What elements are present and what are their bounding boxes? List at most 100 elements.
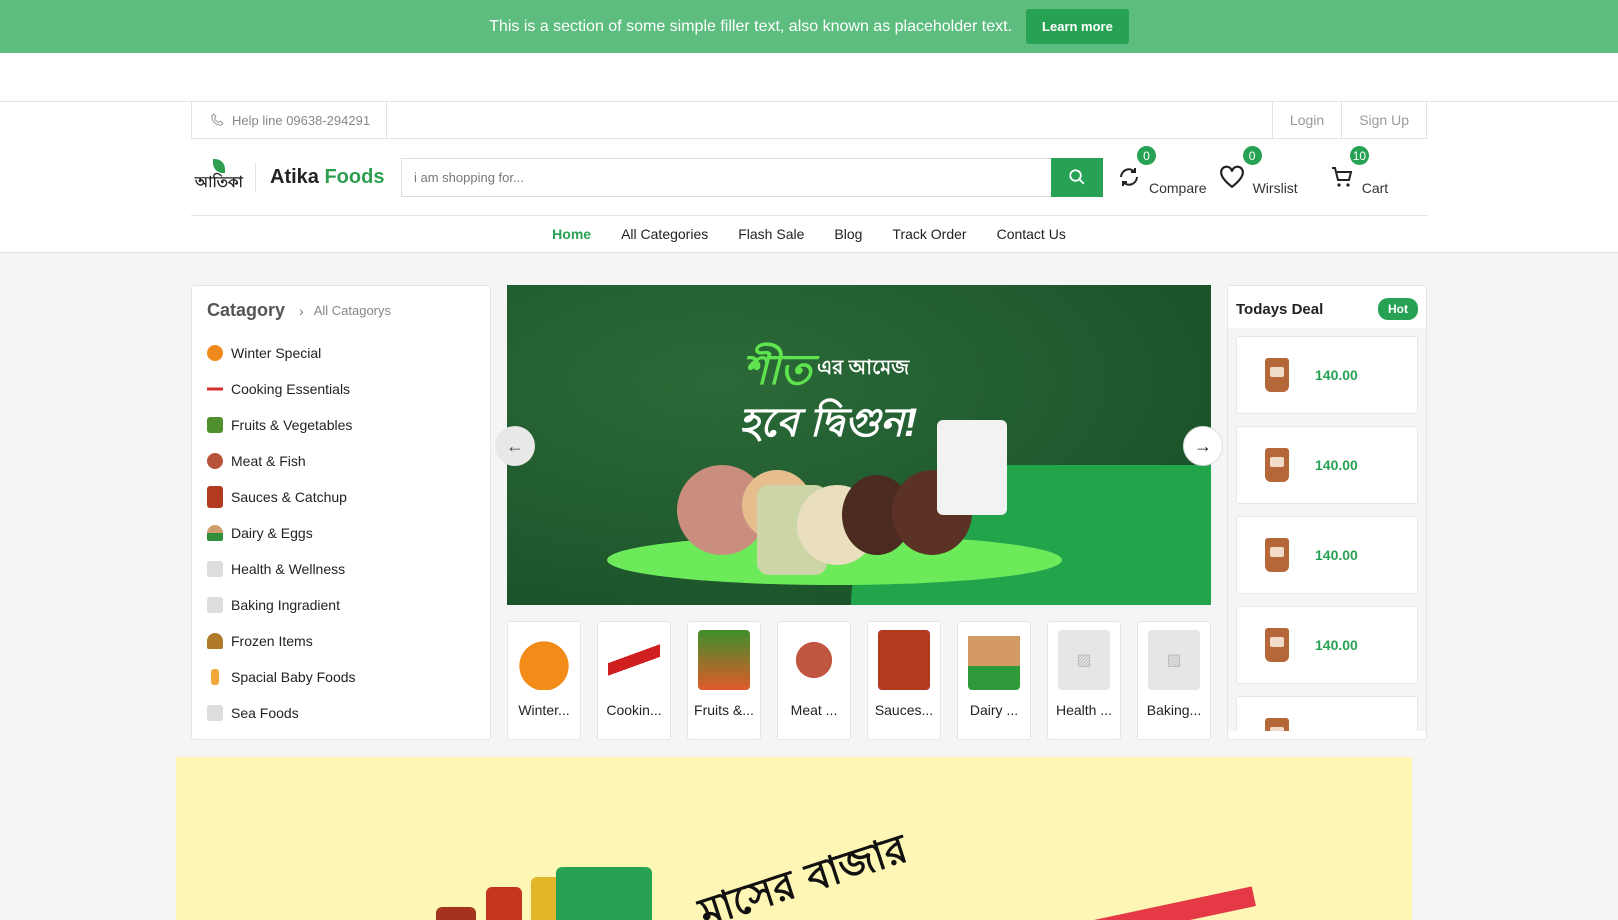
thumb-label: Fruits &... bbox=[694, 702, 754, 718]
category-thumb[interactable]: Sauces... bbox=[867, 621, 941, 740]
cart-icon bbox=[1331, 167, 1352, 187]
heart-icon bbox=[1219, 165, 1244, 189]
deal-card[interactable]: 140.00 bbox=[1236, 516, 1418, 594]
image-placeholder-icon: ▨ bbox=[1148, 630, 1200, 690]
brand-name-part1: Atika bbox=[270, 165, 319, 188]
category-item-spacial-baby-foods[interactable]: Spacial Baby Foods bbox=[207, 659, 475, 695]
spacer-band bbox=[0, 53, 1618, 102]
nav-contact-us[interactable]: Contact Us bbox=[982, 226, 1081, 242]
category-label: Spacial Baby Foods bbox=[231, 669, 356, 685]
category-label: Winter Special bbox=[231, 345, 322, 361]
category-thumb[interactable]: Winter... bbox=[507, 621, 581, 740]
category-label: Dairy & Eggs bbox=[231, 525, 313, 541]
chili-icon bbox=[207, 381, 223, 397]
chevron-right-icon: › bbox=[299, 302, 304, 319]
category-label: Frozen Items bbox=[231, 633, 313, 649]
deal-card[interactable]: 140.00 bbox=[1236, 336, 1418, 414]
slider-headline-3: হবে দ্বিগুন! bbox=[739, 401, 918, 445]
cart-count: 10 bbox=[1349, 146, 1370, 165]
logo[interactable]: আতিকা Atika Foods bbox=[191, 157, 401, 197]
product-pack-icon bbox=[1265, 538, 1289, 572]
category-item-winter-special[interactable]: Winter Special bbox=[207, 335, 475, 371]
all-categories-link[interactable]: All Catagorys bbox=[314, 303, 391, 318]
nav-flash-sale[interactable]: Flash Sale bbox=[723, 226, 819, 242]
search-input[interactable] bbox=[401, 157, 1051, 197]
category-item-meat-fish[interactable]: Meat & Fish bbox=[207, 443, 475, 479]
pumpkin-icon bbox=[207, 345, 223, 361]
slider-next-button[interactable]: → bbox=[1183, 426, 1223, 466]
category-item-dairy-eggs[interactable]: Dairy & Eggs bbox=[207, 515, 475, 551]
slider-prev-button[interactable]: ← bbox=[495, 426, 535, 466]
promo-ribbon bbox=[1056, 886, 1256, 920]
deal-price: 140.00 bbox=[1315, 457, 1358, 473]
deal-card[interactable] bbox=[1236, 696, 1418, 731]
cart-button[interactable]: 10 Cart bbox=[1330, 146, 1389, 196]
deal-price: 140.00 bbox=[1315, 367, 1358, 383]
deal-card[interactable]: 140.00 bbox=[1236, 426, 1418, 504]
logo-mark: আতিকা bbox=[191, 157, 243, 197]
deals-list: 140.00 140.00 140.00 140.00 bbox=[1228, 328, 1426, 731]
cart-label: Cart bbox=[1361, 180, 1389, 196]
thumb-label: Sauces... bbox=[874, 702, 934, 718]
promo-text: মাসের বাজার bbox=[693, 825, 913, 920]
announcement-banner: This is a section of some simple filler … bbox=[0, 0, 1618, 53]
category-label: Health & Wellness bbox=[231, 561, 346, 577]
compare-button[interactable]: 0 Compare bbox=[1117, 146, 1207, 196]
product-pack-icon bbox=[1265, 448, 1289, 482]
nav-track-order[interactable]: Track Order bbox=[877, 226, 981, 242]
product-pack-icon bbox=[1265, 358, 1289, 392]
slider-headline-2: এর আমেজ bbox=[817, 357, 910, 379]
signup-link[interactable]: Sign Up bbox=[1341, 102, 1426, 138]
compare-label: Compare bbox=[1149, 180, 1207, 196]
nav-all-categories[interactable]: All Categories bbox=[606, 226, 723, 242]
category-title: Catagory bbox=[207, 300, 286, 320]
category-item-cooking-essentials[interactable]: Cooking Essentials bbox=[207, 371, 475, 407]
search-bar bbox=[401, 157, 1103, 197]
thumb-label: Health ... bbox=[1055, 702, 1113, 718]
category-item-baking-ingradient[interactable]: Baking Ingradient bbox=[207, 587, 475, 623]
deal-price: 140.00 bbox=[1315, 637, 1358, 653]
category-thumb[interactable]: ▨ Health ... bbox=[1047, 621, 1121, 740]
product-bag-image bbox=[937, 420, 1007, 515]
category-item-sauces-catchup[interactable]: Sauces & Catchup bbox=[207, 479, 475, 515]
vegetables-icon bbox=[698, 630, 750, 690]
arrow-right-icon: → bbox=[1194, 435, 1212, 456]
category-label: Sauces & Catchup bbox=[231, 489, 347, 505]
nav-home[interactable]: Home bbox=[537, 226, 606, 242]
login-link[interactable]: Login bbox=[1271, 102, 1341, 138]
category-thumb[interactable]: Dairy ... bbox=[957, 621, 1031, 740]
eggs-icon bbox=[207, 525, 223, 541]
category-item-fruits-vegetables[interactable]: Fruits & Vegetables bbox=[207, 407, 475, 443]
hero-slider[interactable]: শীত এর আমেজ হবে দ্বিগুন! ← → bbox=[495, 285, 1223, 605]
product-pack-icon bbox=[1265, 628, 1289, 662]
image-placeholder-icon bbox=[207, 597, 223, 613]
jar-image bbox=[486, 887, 522, 920]
compare-count: 0 bbox=[1137, 146, 1156, 165]
logo-mark-text: আতিকা bbox=[195, 173, 243, 191]
category-item-frozen-items[interactable]: Frozen Items bbox=[207, 623, 475, 659]
wishlist-button[interactable]: 0 Wirslist bbox=[1219, 146, 1298, 196]
category-item-sea-foods[interactable]: Sea Foods bbox=[207, 695, 475, 731]
meat-icon bbox=[207, 453, 223, 469]
category-thumb[interactable]: Cookin... bbox=[597, 621, 671, 740]
helpline-text: Help line 09638-294291 bbox=[232, 112, 371, 128]
category-thumbs: Winter... Cookin... Fruits &... Meat ...… bbox=[507, 621, 1211, 740]
search-button[interactable] bbox=[1051, 157, 1103, 197]
nav-blog[interactable]: Blog bbox=[819, 226, 877, 242]
jar-image bbox=[436, 907, 476, 920]
hero-section: Catagory › All Catagorys Winter Special … bbox=[191, 285, 1427, 740]
thumb-label: Meat ... bbox=[790, 702, 838, 718]
category-item-health-wellness[interactable]: Health & Wellness bbox=[207, 551, 475, 587]
meat-icon bbox=[788, 630, 840, 690]
category-thumb[interactable]: ▨ Baking... bbox=[1137, 621, 1211, 740]
wishlist-count: 0 bbox=[1242, 146, 1262, 165]
hot-badge: Hot bbox=[1378, 298, 1418, 320]
category-thumb[interactable]: Meat ... bbox=[777, 621, 851, 740]
promo-banner[interactable]: মাসের বাজার bbox=[176, 757, 1412, 920]
category-label: Meat & Fish bbox=[231, 453, 306, 469]
header-main-row: আতিকা Atika Foods 0 Compare 0 bbox=[191, 139, 1427, 216]
deal-card[interactable]: 140.00 bbox=[1236, 606, 1418, 684]
learn-more-button[interactable]: Learn more bbox=[1026, 9, 1129, 44]
deal-price: 140.00 bbox=[1315, 547, 1358, 563]
category-thumb[interactable]: Fruits &... bbox=[687, 621, 761, 740]
